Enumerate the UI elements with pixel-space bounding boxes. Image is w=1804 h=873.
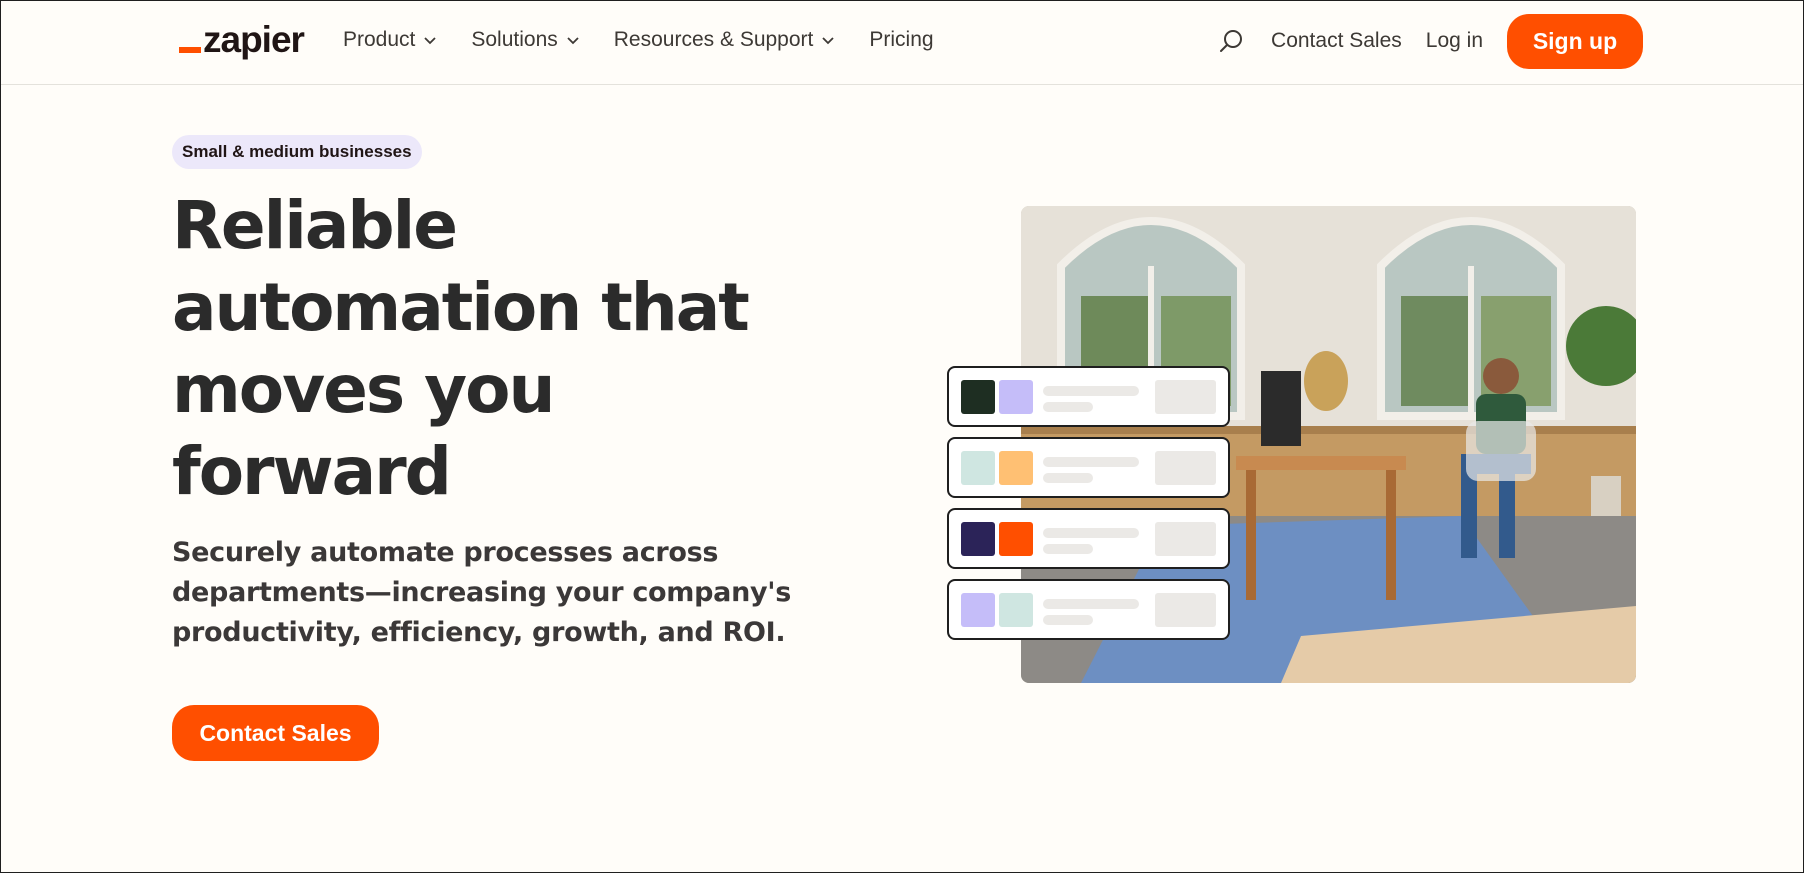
placeholder-block [1155, 380, 1216, 414]
header-actions: Contact Sales Log in Sign up [1217, 13, 1643, 69]
nav-item-label: Pricing [869, 28, 934, 51]
placeholder-line [1043, 528, 1139, 538]
app-icon [961, 593, 995, 627]
app-icon [961, 380, 995, 414]
nav-item-product[interactable]: Product [343, 28, 437, 52]
nav-item-resources-support[interactable]: Resources & Support [614, 28, 836, 52]
chevron-down-icon [567, 37, 579, 45]
hero-subtitle-line: Securely automate processes across [172, 537, 719, 568]
placeholder-line [1043, 402, 1093, 412]
placeholder-block [1155, 593, 1216, 627]
hero-title-line: automation that [172, 269, 750, 346]
audience-badge: Small & medium businesses [172, 135, 422, 169]
placeholder-line [1043, 599, 1139, 609]
workflow-cards [947, 366, 1232, 650]
nav-item-label: Resources & Support [613, 28, 814, 51]
nav-item-label: Product [343, 28, 416, 51]
login-link[interactable]: Log in [1426, 29, 1483, 53]
signup-button[interactable]: Sign up [1507, 13, 1643, 69]
placeholder-line [1043, 473, 1093, 483]
app-icon [961, 451, 995, 485]
app-icon [961, 522, 995, 556]
placeholder-line [1043, 615, 1093, 625]
search-icon[interactable] [1217, 27, 1245, 55]
placeholder-line [1043, 544, 1093, 554]
contact-sales-button[interactable]: Contact Sales [172, 705, 379, 761]
placeholder-block [1155, 451, 1216, 485]
app-icon [999, 593, 1033, 627]
logo-mark [179, 47, 201, 53]
placeholder-line [1043, 457, 1139, 467]
nav-item-pricing[interactable]: Pricing [869, 28, 933, 52]
app-icon [999, 451, 1033, 485]
workflow-card [947, 508, 1230, 569]
nav-item-label: Solutions [471, 28, 558, 51]
app-icon [999, 522, 1033, 556]
hero-subtitle-line: departments—increasing your company's [172, 577, 792, 608]
hero-subtitle-line: productivity, efficiency, growth, and RO… [172, 617, 786, 648]
main-nav: Product Solutions Resources & Support Pr… [343, 1, 968, 79]
zapier-logo[interactable]: zapier [179, 19, 305, 60]
logo-text: zapier [203, 19, 305, 60]
hero-title-line: forward [172, 433, 452, 510]
hero-title-line: Reliable [172, 187, 458, 264]
chevron-down-icon [424, 37, 437, 45]
placeholder-block [1155, 522, 1216, 556]
hero-title: Reliable automation that moves you forwa… [172, 185, 772, 513]
hero-title-line: moves you [172, 351, 556, 428]
app-icon [999, 380, 1033, 414]
site-header: zapier Product Solutions Resources & Sup… [1, 1, 1803, 85]
workflow-card [947, 366, 1230, 427]
placeholder-line [1043, 386, 1139, 396]
page: zapier Product Solutions Resources & Sup… [0, 0, 1804, 873]
workflow-card [947, 437, 1230, 498]
contact-sales-link[interactable]: Contact Sales [1271, 29, 1402, 53]
chevron-down-icon [822, 37, 835, 45]
workflow-card [947, 579, 1230, 640]
hero-subtitle: Securely automate processes across depar… [172, 533, 792, 653]
nav-item-solutions[interactable]: Solutions [471, 28, 579, 52]
